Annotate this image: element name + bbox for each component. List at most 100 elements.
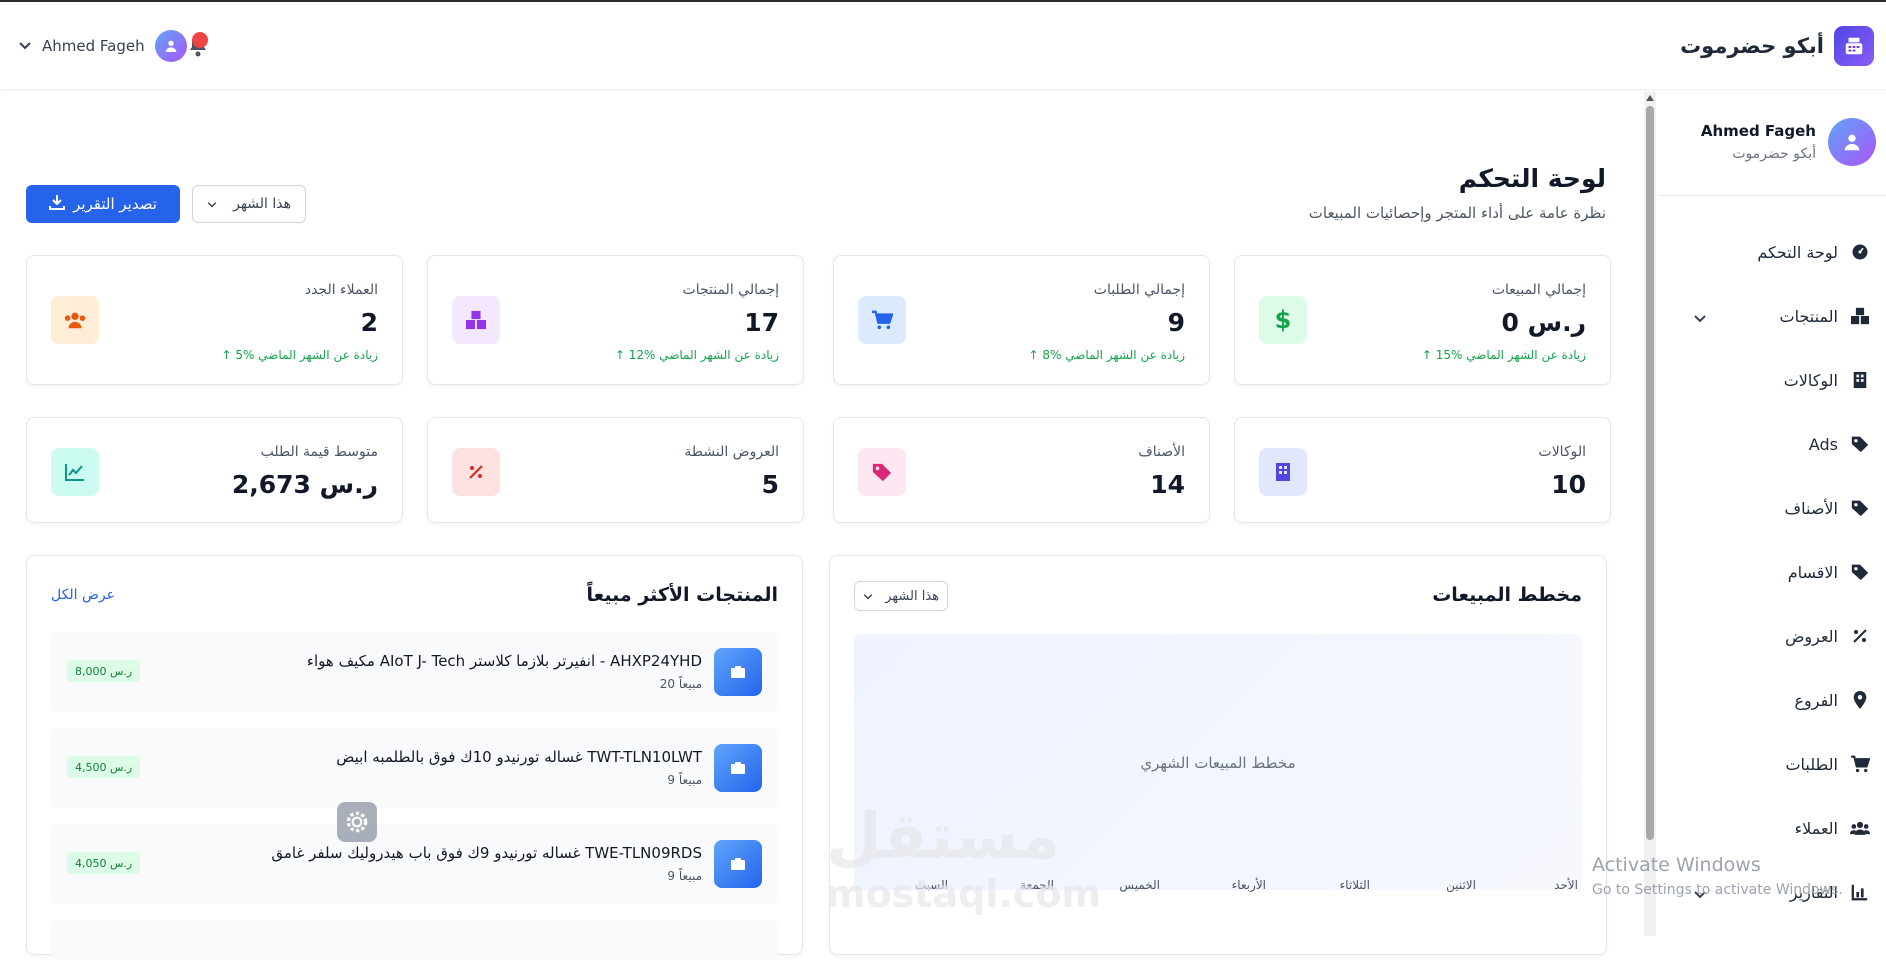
chart-icon bbox=[1850, 882, 1870, 902]
stat-title: الوكالات bbox=[1538, 444, 1586, 460]
sidebar-item-label: الوكالات bbox=[1783, 370, 1838, 390]
sales-chart-period-select[interactable]: هذا الشهر bbox=[854, 581, 948, 611]
product-list-item[interactable]: غساله تورنيدو 10ك فوق بالطلمبه ابيض TWT-… bbox=[51, 728, 778, 808]
windows-activation-notice: Activate Windows Go to Settings to activ… bbox=[1592, 854, 1843, 898]
sidebar-item-label: المنتجات bbox=[1779, 306, 1839, 326]
x-tick-label: الثلاثاء bbox=[1339, 878, 1370, 892]
sidebar-item-ads[interactable]: Ads bbox=[1658, 412, 1886, 476]
sidebar: Ahmed Fageh أبكو حضرموت لوحة التحكم المن… bbox=[1658, 90, 1886, 936]
sidebar-item-products[interactable]: المنتجات bbox=[1658, 284, 1886, 348]
stat-value: 17 bbox=[744, 308, 779, 337]
sidebar-profile-name: Ahmed Fageh bbox=[1700, 122, 1816, 140]
sidebar-item-label: الاقسام bbox=[1787, 562, 1838, 582]
sidebar-item-label: لوحة التحكم bbox=[1757, 242, 1838, 262]
divider bbox=[1658, 195, 1886, 196]
stat-card-categories: الأصناف 14 bbox=[833, 417, 1210, 523]
product-name: غساله تورنيدو 10ك فوق بالطلمبه ابيض TWT-… bbox=[336, 748, 702, 766]
price-badge: 4,050 ر.س bbox=[67, 852, 141, 874]
product-box-icon bbox=[714, 840, 762, 888]
boxes-icon bbox=[1850, 306, 1870, 326]
user-menu[interactable]: Ahmed Fageh bbox=[18, 30, 187, 62]
avatar bbox=[154, 30, 187, 62]
users-icon bbox=[51, 296, 99, 344]
stat-trend: ↑ 5% زيادة عن الشهر الماضي bbox=[221, 348, 378, 362]
stat-trend: ↑ 12% زيادة عن الشهر الماضي bbox=[614, 348, 779, 362]
sidebar-item-offers[interactable]: العروض bbox=[1658, 604, 1886, 668]
percent-icon bbox=[452, 448, 500, 496]
dollar-icon: $ bbox=[1259, 296, 1307, 344]
sidebar-item-label: Ads bbox=[1808, 434, 1838, 454]
chevron-down-icon[interactable] bbox=[1694, 308, 1706, 327]
sidebar-item-orders[interactable]: الطلبات bbox=[1658, 732, 1886, 796]
product-name: غساله تورنيدو 9ك فوق باب هيدروليك سلفر غ… bbox=[271, 844, 702, 862]
product-list-item[interactable]: غساله تورنيدو 9ك فوق باب هيدروليك سلفر غ… bbox=[51, 824, 778, 904]
tag-icon bbox=[1850, 498, 1870, 518]
activation-subtitle: Go to Settings to activate Windows. bbox=[1592, 882, 1843, 898]
building-icon bbox=[1850, 370, 1870, 390]
sales-chart-title: مخطط المبيعات bbox=[1432, 584, 1582, 606]
users-icon bbox=[1850, 818, 1870, 838]
sidebar-item-customers[interactable]: العملاء bbox=[1658, 796, 1886, 860]
stat-card-total-sales: إجمالي المبيعات 0 ر.س ↑ 15% زيادة عن الش… bbox=[1234, 255, 1611, 385]
cart-icon bbox=[1850, 754, 1870, 774]
cash-register-icon bbox=[1834, 26, 1874, 66]
product-sold-count: 20 مبيعاً bbox=[659, 677, 702, 691]
stat-value: 10 bbox=[1551, 470, 1586, 499]
sidebar-item-label: العملاء bbox=[1794, 818, 1838, 838]
period-select[interactable]: هذا الشهر bbox=[192, 185, 306, 223]
brand[interactable]: أبكو حضرموت bbox=[1680, 26, 1874, 66]
settings-gear-icon[interactable] bbox=[337, 802, 377, 842]
sidebar-nav: لوحة التحكم المنتجات الوكالات Ads الأصنا… bbox=[1658, 220, 1886, 924]
stat-card-total-orders: إجمالي الطلبات 9 ↑ 8% زيادة عن الشهر الم… bbox=[833, 255, 1210, 385]
stat-value: 2,673 ر.س bbox=[231, 470, 378, 499]
product-name: مكيف هواء AIoT J- Tech انفيرتر بلازما كل… bbox=[306, 652, 702, 670]
chevron-down-icon bbox=[18, 39, 32, 53]
sidebar-item-dashboard[interactable]: لوحة التحكم bbox=[1658, 220, 1886, 284]
sidebar-item-sections[interactable]: الاقسام bbox=[1658, 540, 1886, 604]
sidebar-profile-store: أبكو حضرموت bbox=[1732, 146, 1816, 162]
sidebar-profile[interactable]: Ahmed Fageh أبكو حضرموت bbox=[1701, 118, 1876, 166]
dashboard-icon bbox=[1850, 242, 1870, 262]
stat-value: 2 bbox=[360, 308, 378, 337]
chart-line-icon bbox=[51, 448, 99, 496]
stat-card-active-offers: العروض النشطة 5 bbox=[427, 417, 804, 523]
scrollbar-thumb[interactable] bbox=[1646, 106, 1654, 840]
period-select-value: هذا الشهر bbox=[233, 196, 291, 212]
download-icon bbox=[49, 194, 66, 214]
stat-title: إجمالي المبيعات bbox=[1491, 282, 1586, 298]
stat-card-agencies: الوكالات 10 bbox=[1234, 417, 1611, 523]
stat-card-avg-order-value: متوسط قيمة الطلب 2,673 ر.س bbox=[26, 417, 403, 523]
product-list-item[interactable]: مكيف هواء AIoT J- Tech انفيرتر بلازما كل… bbox=[51, 632, 778, 712]
stat-value: 0 ر.س bbox=[1501, 308, 1587, 337]
price-badge: 4,500 ر.س bbox=[67, 756, 141, 778]
x-tick-label: الأربعاء bbox=[1231, 878, 1266, 892]
bell-icon[interactable] bbox=[186, 32, 210, 58]
sidebar-item-categories[interactable]: الأصناف bbox=[1658, 476, 1886, 540]
scroll-up-arrow-icon[interactable] bbox=[1646, 95, 1654, 101]
top-products-title: المنتجات الأكثر مبيعاً bbox=[586, 584, 778, 606]
stat-value: 14 bbox=[1150, 470, 1185, 499]
stat-value: 9 bbox=[1167, 308, 1185, 337]
avatar bbox=[1828, 118, 1876, 166]
stat-card-new-customers: العملاء الجدد 2 ↑ 5% زيادة عن الشهر الما… bbox=[26, 255, 403, 385]
x-tick-label: الاثنين bbox=[1446, 878, 1476, 892]
location-pin-icon bbox=[1850, 690, 1870, 710]
product-box-icon bbox=[714, 744, 762, 792]
sidebar-item-branches[interactable]: الفروع bbox=[1658, 668, 1886, 732]
cart-icon bbox=[858, 296, 906, 344]
export-report-button[interactable]: تصدير التقرير bbox=[26, 185, 180, 223]
user-name: Ahmed Fageh bbox=[42, 37, 145, 55]
x-tick-label: الخميس bbox=[1119, 878, 1160, 892]
notification-dot bbox=[192, 32, 208, 48]
product-list-item[interactable] bbox=[51, 920, 778, 960]
stat-title: إجمالي الطلبات bbox=[1093, 282, 1185, 298]
stat-title: متوسط قيمة الطلب bbox=[260, 444, 378, 460]
sidebar-item-label: الأصناف bbox=[1784, 498, 1838, 518]
view-all-link[interactable]: عرض الكل bbox=[51, 587, 115, 603]
tag-icon bbox=[1850, 434, 1870, 454]
stat-title: الأصناف bbox=[1138, 444, 1185, 460]
activation-title: Activate Windows bbox=[1592, 854, 1761, 876]
stat-title: العروض النشطة bbox=[684, 444, 779, 460]
sidebar-item-agencies[interactable]: الوكالات bbox=[1658, 348, 1886, 412]
tag-icon bbox=[858, 448, 906, 496]
